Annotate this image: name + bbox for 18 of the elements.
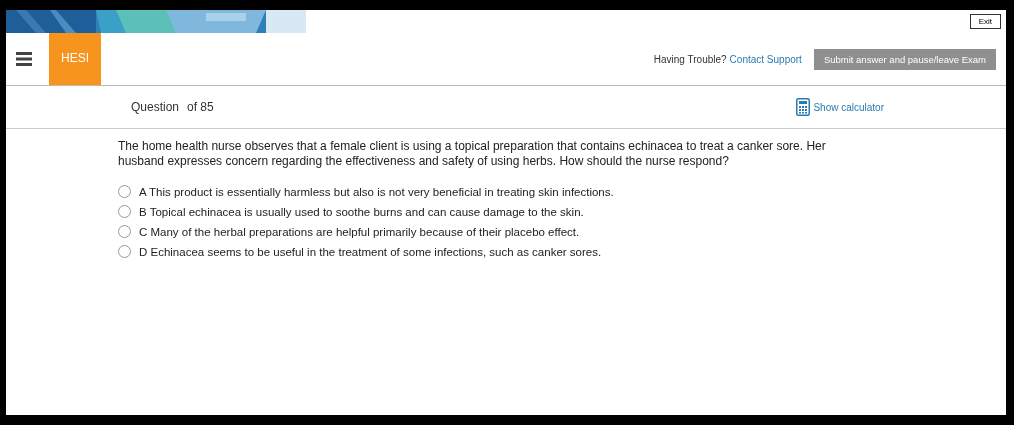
contact-support-link[interactable]: Contact Support — [729, 53, 802, 65]
logo: HESI — [49, 33, 101, 85]
answer-option[interactable]: B Topical echinacea is usually used to soothe burns and can cause damage to the skin. — [139, 205, 584, 218]
menu-icon[interactable] — [16, 52, 32, 66]
radio-button[interactable] — [118, 185, 131, 198]
radio-button[interactable] — [118, 245, 131, 258]
question-number: Question — [131, 100, 180, 114]
exit-button[interactable]: Exit — [969, 14, 1001, 29]
question-count: of 85 — [187, 100, 214, 114]
answer-option[interactable]: A This product is essentially harmless but also is not very beneficial in treating skin infections. — [139, 185, 614, 198]
radio-button[interactable] — [118, 225, 131, 238]
radio-button[interactable] — [118, 205, 131, 218]
show-calculator-link[interactable]: Show calculator — [813, 101, 884, 113]
answer-option[interactable]: C Many of the herbal preparations are helpful primarily because of their placebo effect. — [139, 225, 580, 238]
calculator-icon[interactable] — [796, 98, 811, 116]
answer-option[interactable]: D Echinacea seems to be useful in the treatment of some infections, such as canker sores. — [139, 245, 602, 258]
question-text: The home health nurse observes that a female client is using a topical preparation that contains echinacea to treat a canker sore. Her husband expresses concern regarding the effectiveness and safety of using herbs. How should the nurse respond? — [118, 139, 827, 169]
help-text: Having Trouble? — [653, 53, 727, 65]
